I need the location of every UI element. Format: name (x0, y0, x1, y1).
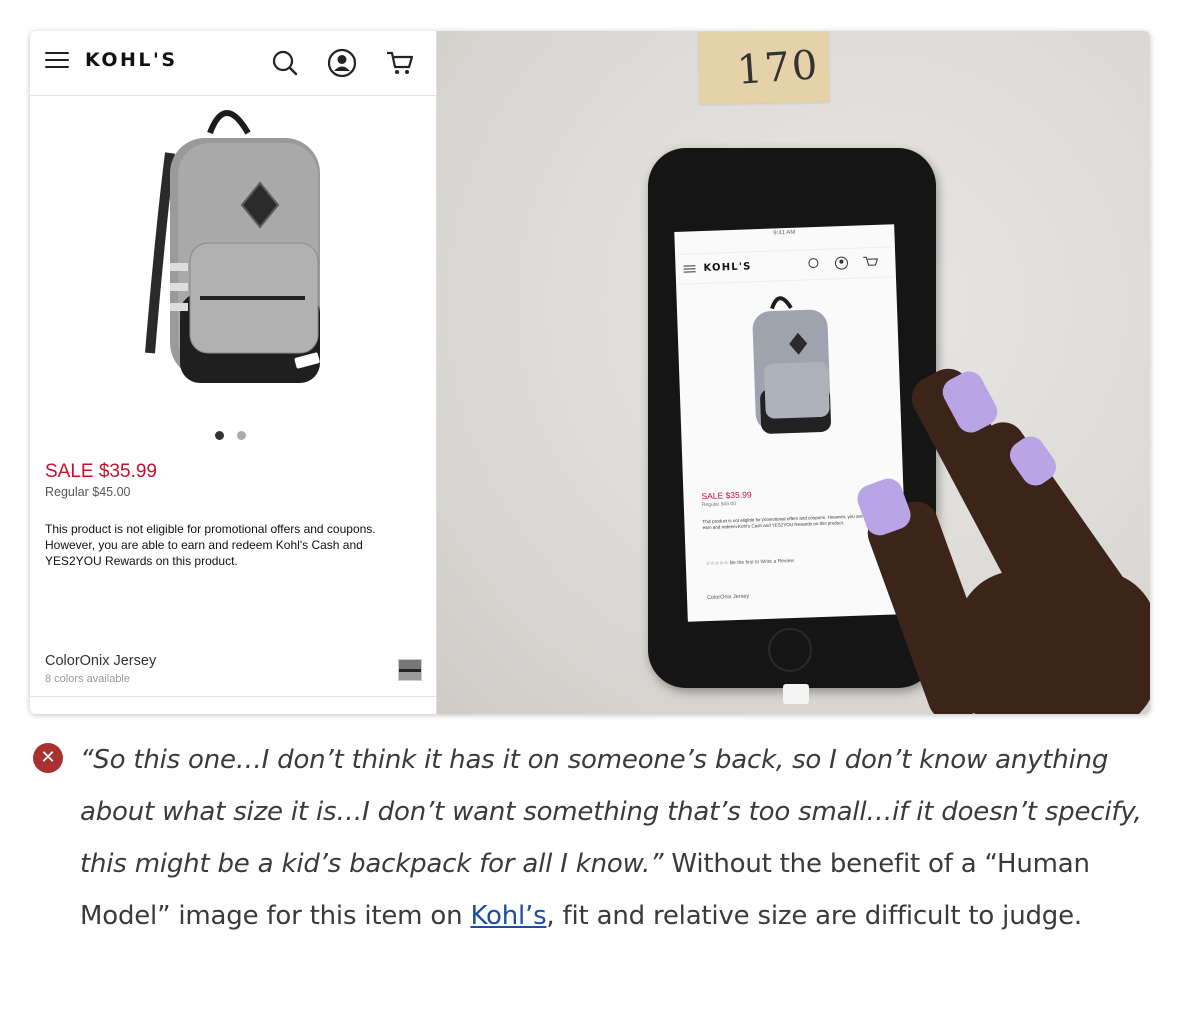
phone-backpack-image (752, 296, 831, 434)
phone-header-icons (808, 256, 879, 270)
menu-icon[interactable] (45, 52, 69, 70)
phone-color-name: ColorOnix Jersey (706, 593, 750, 602)
carousel-dot-active[interactable] (215, 431, 224, 440)
search-icon[interactable] (270, 48, 300, 78)
phone-kohls-header: KOHL'S (675, 246, 896, 285)
kohls-link[interactable]: Kohl’s (470, 901, 546, 931)
usability-test-photo: 170 9:41 AM KOHL'S SALE $35.99 Regular $… (437, 31, 1150, 714)
phone-review-prompt: ☆☆☆☆☆ Be the first to Write a Review (705, 557, 795, 568)
kohls-header: KOHL'S (30, 31, 436, 96)
kohls-screenshot: KOHL'S SALE $35.99 Regular $45.00 This p… (30, 31, 437, 714)
sticky-note-number: 170 (735, 42, 821, 94)
carousel-dot[interactable] (237, 431, 247, 440)
phone-kohls-logo: KOHL'S (703, 261, 752, 274)
phone-regular-price: Regular $45.00 (701, 500, 737, 509)
color-count: 8 colors available (45, 673, 130, 685)
phone-promo-notice: This product is not eligible for promoti… (702, 513, 878, 531)
error-x-icon: ✕ (33, 743, 63, 773)
cart-icon[interactable] (385, 48, 415, 78)
caption-text-end: , fit and relative size are difficult to… (546, 901, 1082, 931)
phone-home-button (768, 628, 812, 672)
promo-notice: This product is not eligible for promoti… (45, 522, 376, 568)
figure: KOHL'S SALE $35.99 Regular $45.00 This p… (30, 31, 1150, 714)
phone-screen: 9:41 AM KOHL'S SALE $35.99 Regular $45.0… (674, 224, 908, 622)
carousel-dots[interactable] (215, 427, 255, 445)
color-swatch[interactable] (398, 659, 422, 681)
backpack-image[interactable] (130, 93, 330, 393)
sale-price: SALE $35.99 (45, 461, 157, 482)
regular-price: Regular $45.00 (45, 485, 131, 499)
kohls-logo[interactable]: KOHL'S (85, 49, 178, 71)
account-icon[interactable] (327, 48, 357, 78)
divider (30, 696, 436, 697)
charging-cable (783, 684, 809, 704)
phone-sale-price: SALE $35.99 (701, 489, 752, 502)
caption: “So this one…I don’t think it has it on … (80, 734, 1160, 942)
palm (957, 571, 1150, 714)
phone-menu-icon (683, 265, 696, 274)
color-name: ColorOnix Jersey (45, 653, 157, 669)
